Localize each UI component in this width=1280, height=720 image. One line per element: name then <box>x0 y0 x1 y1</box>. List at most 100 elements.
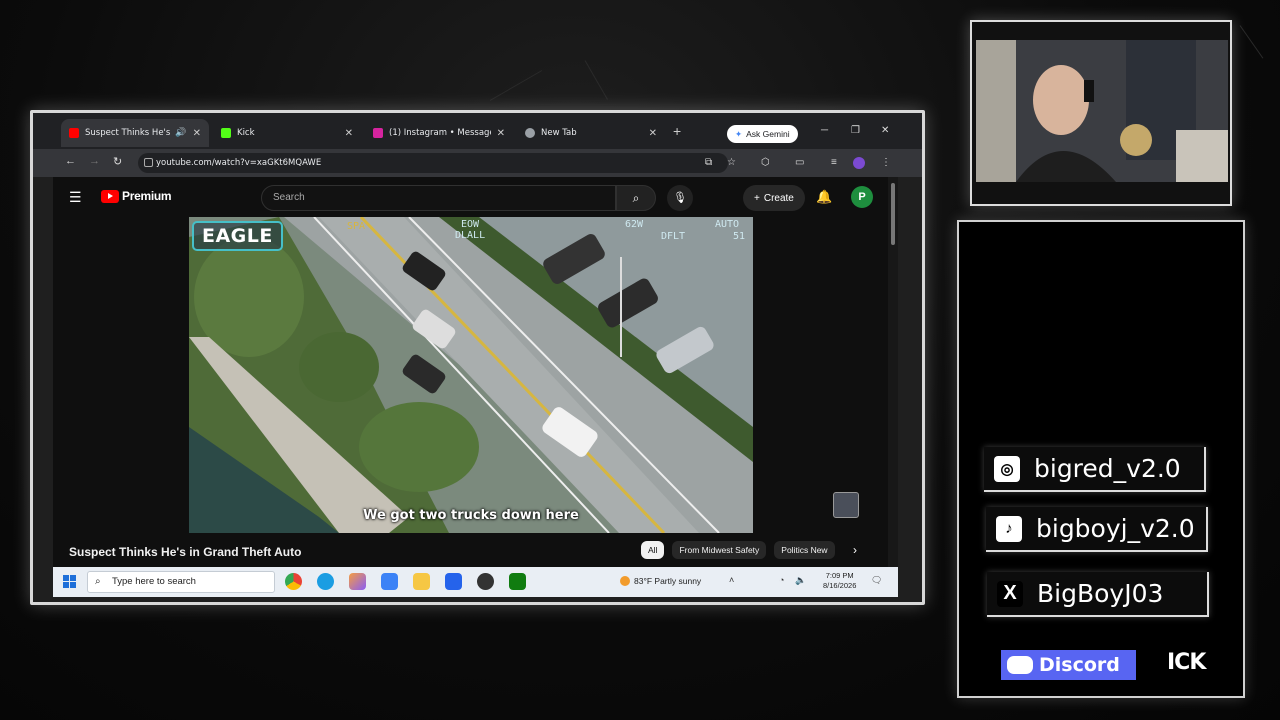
channel-watermark-icon[interactable] <box>833 492 859 518</box>
chip-politics[interactable]: Politics New <box>774 541 835 559</box>
hamburger-menu-icon[interactable]: ☰ <box>69 189 82 206</box>
media-icon[interactable]: ≡ <box>831 157 837 168</box>
url-text: youtube.com/watch?v=xaGKt6MQAWE <box>156 158 322 168</box>
search-icon[interactable]: ⌕ <box>616 185 656 211</box>
create-label: Create <box>763 192 794 204</box>
webcam-image <box>976 40 1228 182</box>
close-icon[interactable]: ✕ <box>649 128 657 139</box>
chrome-app-icon[interactable] <box>285 573 302 590</box>
microphone-icon[interactable]: 🎙 <box>667 185 693 211</box>
copilot-app-icon[interactable] <box>349 573 366 590</box>
kick-logo[interactable]: ICK <box>1167 650 1206 675</box>
menu-kebab-icon[interactable]: ⋮ <box>881 157 891 168</box>
discord-icon <box>1007 656 1033 674</box>
weather-text: 83°F Partly sunny <box>634 576 702 586</box>
ask-gemini-button[interactable]: ✦ Ask Gemini <box>727 125 798 143</box>
xbox-app-icon[interactable] <box>509 573 526 590</box>
hud-left-readout: SPA <box>347 221 366 232</box>
recommendation-chips: All From Midwest Safety Politics New <box>641 541 835 559</box>
cast-icon[interactable]: ▭ <box>795 157 804 168</box>
tiktok-icon: ♪ <box>996 515 1022 542</box>
eagle-badge: EAGLE <box>192 221 283 251</box>
youtube-page: ☰ Premium Search ⌕ 🎙 + Create 🔔 P EAGLE … <box>53 177 898 567</box>
webcam-feed <box>970 20 1232 206</box>
speaker-icon: 🔊 <box>175 128 187 138</box>
background-decor-line <box>584 60 608 100</box>
hud-center-readout: EOW <box>461 219 480 230</box>
partly-sunny-icon <box>620 576 630 586</box>
scrollbar-thumb[interactable] <box>891 183 895 245</box>
youtube-play-icon <box>101 189 119 203</box>
tab-new-tab[interactable]: New Tab ✕ <box>517 119 665 147</box>
new-tab-button[interactable]: + <box>673 123 681 139</box>
site-info-icon[interactable] <box>144 158 153 167</box>
tiktok-link[interactable]: ♪ bigboyj_v2.0 <box>986 507 1208 552</box>
x-link[interactable]: X BigBoyJ03 <box>987 572 1209 617</box>
chip-from-channel[interactable]: From Midwest Safety <box>672 541 767 559</box>
tab-label: New Tab <box>541 128 577 138</box>
install-app-icon[interactable]: ⧉ <box>705 157 712 168</box>
edge-app-icon[interactable] <box>317 573 334 590</box>
tab-youtube[interactable]: Suspect Thinks He's in Gra 🔊 ✕ <box>61 119 209 147</box>
chevron-right-icon[interactable]: › <box>853 543 857 557</box>
chevron-up-icon[interactable]: ˄ <box>729 575 734 585</box>
volume-icon[interactable]: 🔈 <box>795 575 806 586</box>
close-icon[interactable]: ✕ <box>345 128 353 139</box>
x-logo-icon: X <box>997 580 1023 607</box>
close-icon[interactable]: ✕ <box>497 128 505 139</box>
weather-widget[interactable]: 83°F Partly sunny <box>620 576 701 586</box>
forward-icon[interactable]: → <box>89 155 100 167</box>
address-bar-row: ← → ↻ youtube.com/watch?v=xaGKt6MQAWE ⧉ … <box>33 149 922 177</box>
hud-right-readout: DFLT <box>661 231 686 242</box>
taskbar-search-placeholder: Type here to search <box>112 576 196 587</box>
reload-icon[interactable]: ↻ <box>113 155 122 168</box>
chip-all[interactable]: All <box>641 541 665 559</box>
instagram-icon: ◎ <box>994 455 1020 482</box>
instagram-handle: bigred_v2.0 <box>1034 454 1181 483</box>
ask-gemini-label: Ask Gemini <box>746 129 790 139</box>
back-icon[interactable]: ← <box>65 155 76 167</box>
clock-time: 7:09 PM <box>825 571 854 580</box>
network-icon[interactable]: ◔ <box>779 575 784 585</box>
video-player[interactable]: EAGLE SPA EOW DLALL 62W AUTO DFLT 51 We … <box>189 217 753 533</box>
youtube-brand-label: Premium <box>122 189 172 203</box>
create-button[interactable]: + Create <box>743 185 805 211</box>
social-links-panel: ◎ bigred_v2.0 ♪ bigboyj_v2.0 X BigBoyJ03… <box>957 220 1245 698</box>
instagram-link[interactable]: ◎ bigred_v2.0 <box>984 447 1206 492</box>
background-decor-line <box>489 70 543 101</box>
kick-favicon-icon <box>221 128 231 138</box>
restore-icon[interactable]: ❐ <box>851 125 860 136</box>
extensions-icon[interactable]: ⬡ <box>761 157 770 168</box>
notifications-icon[interactable]: 🗨 <box>871 575 882 586</box>
aerial-video-frame <box>189 217 753 533</box>
file-explorer-icon[interactable] <box>413 573 430 590</box>
obs-app-icon[interactable] <box>477 573 494 590</box>
tab-label: Suspect Thinks He's in Gra <box>85 128 171 138</box>
hud-right-readout: 62W <box>625 219 644 230</box>
avatar[interactable]: P <box>851 186 873 208</box>
close-icon[interactable]: ✕ <box>193 128 201 139</box>
youtube-logo[interactable]: Premium <box>101 189 172 203</box>
window-close-icon[interactable]: ✕ <box>881 125 889 136</box>
url-bar[interactable]: youtube.com/watch?v=xaGKt6MQAWE <box>138 153 728 173</box>
browser-window: Suspect Thinks He's in Gra 🔊 ✕ Kick ✕ (1… <box>30 110 925 605</box>
page-scrollbar[interactable] <box>888 177 898 567</box>
windows-start-icon[interactable] <box>63 575 76 588</box>
taskbar-search-input[interactable]: ⌕ Type here to search <box>87 571 275 593</box>
instagram-favicon-icon <box>373 128 383 138</box>
tab-kick[interactable]: Kick ✕ <box>213 119 361 147</box>
tab-instagram[interactable]: (1) Instagram • Messages ✕ <box>365 119 513 147</box>
search-input[interactable]: Search <box>261 185 616 211</box>
video-title: Suspect Thinks He's in Grand Theft Auto <box>69 545 302 559</box>
plus-icon: + <box>754 192 760 204</box>
system-clock[interactable]: 7:09 PM 8/16/2026 <box>823 571 856 591</box>
minimize-icon[interactable]: ─ <box>821 125 828 136</box>
notifications-bell-icon[interactable]: 🔔 <box>816 189 832 205</box>
tab-label: Kick <box>237 128 255 138</box>
discord-label: Discord <box>1039 654 1120 676</box>
store-app-icon[interactable] <box>445 573 462 590</box>
discord-badge[interactable]: Discord <box>1001 650 1136 680</box>
profile-icon[interactable] <box>853 157 865 169</box>
bookmark-star-icon[interactable]: ☆ <box>727 157 736 168</box>
app-icon[interactable] <box>381 573 398 590</box>
